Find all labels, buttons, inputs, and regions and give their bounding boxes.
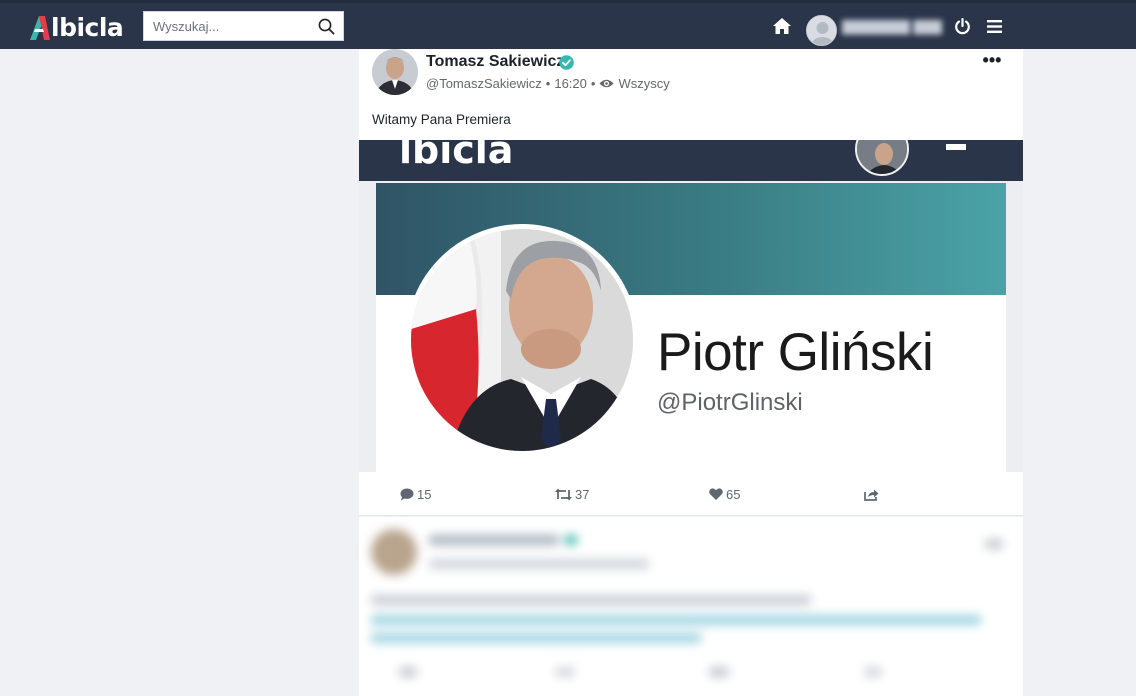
post-text: Witamy Pana Premiera	[372, 112, 511, 127]
embedded-navbar: lbicla	[359, 140, 1023, 181]
embedded-profile-card: Piotr Gliński @PiotrGlinski	[376, 183, 1006, 472]
logo-text: lbicla	[51, 13, 124, 42]
repost-icon	[555, 488, 572, 500]
app-logo[interactable]: lbicla	[28, 13, 124, 43]
comment-icon	[400, 488, 414, 500]
embedded-profile-name: Piotr Gliński	[657, 323, 934, 382]
post-time[interactable]: 16:20	[554, 76, 587, 91]
home-icon[interactable]	[772, 17, 792, 35]
hamburger-menu-icon[interactable]	[987, 20, 1002, 33]
user-avatar[interactable]	[806, 15, 837, 46]
post-options-button[interactable]: •••	[979, 51, 1005, 73]
post-card: Tomasz Sakiewicz @TomaszSakiewicz • 16:2…	[359, 49, 1023, 516]
like-count: 65	[726, 486, 741, 502]
blurred-content	[359, 517, 1023, 696]
meta-separator: •	[590, 76, 596, 91]
search-input[interactable]	[144, 12, 314, 40]
embedded-logo-text: lbicla	[399, 140, 514, 172]
next-post-card-blurred	[359, 517, 1023, 696]
author-handle[interactable]: @TomaszSakiewicz	[426, 76, 542, 91]
embedded-profile-handle: @PiotrGlinski	[657, 389, 803, 416]
repost-count: 37	[575, 486, 590, 502]
visibility-label: Wszyscy	[618, 76, 670, 91]
profile-photo	[411, 229, 633, 451]
eye-icon	[599, 79, 614, 88]
embedded-menu-icon	[946, 144, 966, 150]
default-user-icon	[811, 22, 834, 45]
meta-separator: •	[545, 76, 551, 91]
top-navbar: lbicla ████████ ██████	[0, 0, 1136, 49]
repost-button[interactable]: 37	[555, 482, 589, 506]
comment-count: 15	[417, 486, 432, 502]
profile-picture	[406, 224, 638, 456]
author-photo	[372, 49, 418, 95]
post-meta: @TomaszSakiewicz • 16:20 • Wszyscy	[426, 76, 670, 91]
share-icon	[864, 489, 879, 501]
search-icon[interactable]	[318, 18, 335, 35]
embedded-avatar	[855, 140, 909, 176]
embedded-avatar-photo	[857, 140, 907, 174]
share-button[interactable]	[864, 482, 879, 506]
author-name[interactable]: Tomasz Sakiewicz	[426, 53, 564, 71]
author-avatar[interactable]	[372, 49, 418, 95]
search-box	[143, 11, 344, 41]
post-actions: 15 37 65	[359, 482, 1023, 508]
post-image[interactable]: lbicla Piotr Gliński @PiotrGlinski	[359, 140, 1023, 472]
comment-button[interactable]: 15	[400, 482, 431, 506]
like-button[interactable]: 65	[709, 482, 740, 506]
power-icon[interactable]	[954, 18, 971, 35]
verified-badge-icon	[559, 55, 574, 70]
user-name-blurred[interactable]: ████████ ██████	[842, 20, 942, 40]
logo-mark-icon	[30, 16, 50, 40]
heart-icon	[709, 488, 723, 500]
